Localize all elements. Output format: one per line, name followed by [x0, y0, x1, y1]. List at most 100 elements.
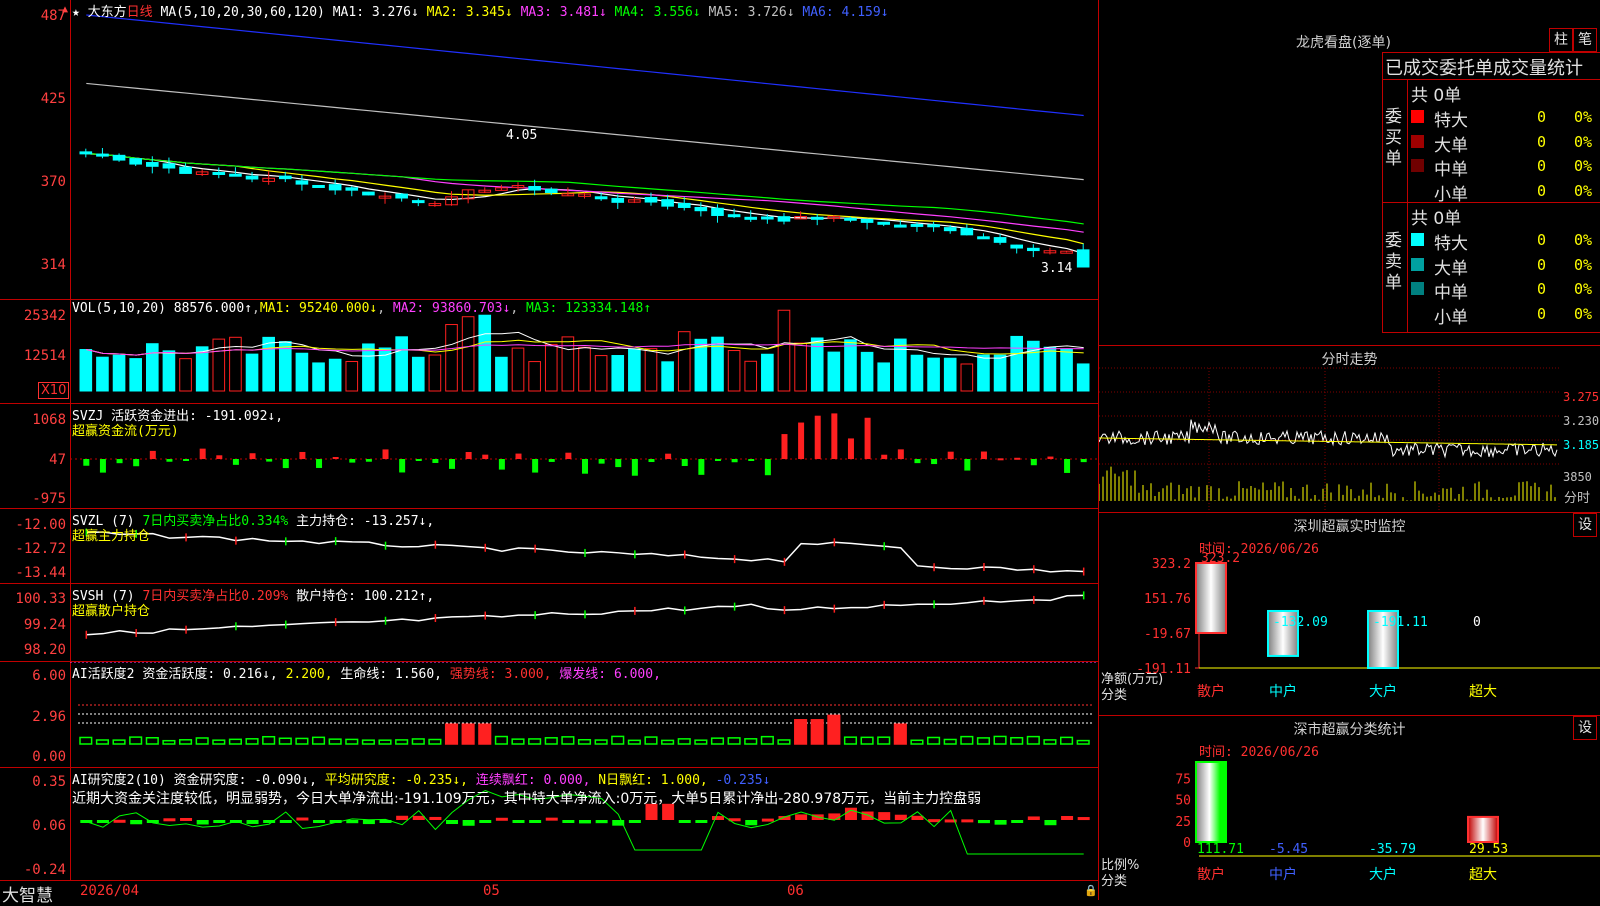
flow-bar: [764, 459, 771, 476]
svzl-panel[interactable]: -12.00 -12.72 -13.44 SVZL (7) 7日内买卖净占比0.…: [0, 509, 1098, 584]
ma-line: [86, 82, 1084, 181]
value-label: 29.53: [1469, 842, 1508, 857]
candle: [910, 223, 924, 227]
volume-bar: [544, 343, 558, 392]
ma2-value: 3.345↓: [465, 5, 513, 20]
research-bar: [961, 819, 974, 823]
activity-bar: [228, 738, 242, 745]
candle: [312, 184, 325, 188]
activity-bar: [1043, 739, 1057, 745]
activity-bar: [278, 737, 292, 745]
longhu-panel: 龙虎看盘(逐单) 柱 笔 已成交委托单成交量统计 委买单 共 0单 特大 0 0…: [1099, 0, 1600, 345]
flow-bar: [631, 459, 638, 476]
research-bar: [878, 812, 891, 820]
sell-row-count: 0: [1537, 231, 1547, 249]
candle: [162, 163, 176, 169]
buy-row-pct: 0%: [1574, 181, 1593, 200]
stock-name[interactable]: 大东方: [88, 5, 127, 20]
activity-bar: [345, 738, 359, 745]
activity-bar: [976, 737, 991, 745]
research-bar: [894, 814, 907, 820]
y-tick-label: 0: [1183, 836, 1191, 851]
activity-bar: [395, 739, 409, 745]
period-label[interactable]: 日线: [127, 5, 153, 20]
ai2-value5: -0.235↓: [715, 773, 771, 788]
intraday-chart[interactable]: [1099, 346, 1600, 513]
candle: [411, 200, 425, 204]
candle: [927, 224, 940, 228]
star-icon[interactable]: ★: [72, 5, 88, 20]
flow-bar: [648, 459, 655, 463]
category-label: 大户: [1369, 683, 1397, 700]
activity-bar: [710, 737, 725, 745]
svzj-panel[interactable]: 1068 47 -975 SVZJ 活跃资金进出: -191.092↓, 超赢资…: [0, 404, 1098, 509]
flow-bar: [681, 459, 688, 466]
flow-bar: [316, 459, 323, 468]
activity-bar: [577, 738, 592, 745]
net-bar: [1195, 562, 1227, 634]
activity-bar: [295, 737, 309, 745]
svzl-ratio: 7日内买卖净占比0.334%: [142, 514, 289, 529]
volume-panel[interactable]: 25342 12514 X10 VOL(5,10,20) 88576.000↑,…: [0, 300, 1098, 404]
research-bar: [113, 819, 126, 823]
activity-bar: [1076, 739, 1090, 745]
activity-bar: [993, 735, 1007, 745]
candle: [278, 175, 292, 180]
research-bar: [1044, 820, 1057, 826]
intraday-panel[interactable]: 分时走势 3.275 3.230 3.185 3850 分时: [1099, 345, 1600, 513]
volume-bar: [993, 354, 1007, 392]
buy-row: 中单 0 0%: [1409, 154, 1600, 180]
activity-bar: [611, 735, 625, 745]
category-label: 散户: [1197, 683, 1225, 700]
research-bar: [163, 818, 176, 822]
sell-row-pct: 0%: [1574, 304, 1593, 323]
lock-icon[interactable]: 🔒: [1084, 884, 1098, 897]
bar-mode-button[interactable]: 柱: [1549, 28, 1573, 52]
ma1-value: 3.276↓: [371, 5, 419, 20]
divider: [1383, 202, 1600, 203]
monitor-x-title: 分类: [1101, 688, 1128, 703]
research-bar: [446, 820, 459, 825]
volume-bar: [561, 336, 575, 392]
flow-bar: [498, 459, 505, 470]
candle: [594, 196, 608, 200]
sell-row-label: 小单: [1434, 307, 1468, 328]
research-bar: [761, 818, 774, 822]
candle: [96, 153, 109, 157]
ma2-label: MA2:: [426, 5, 458, 20]
stat-bar-chart[interactable]: 75 50 25 0 111.71 散户 -5.45 中户 -35.79 大户 29.53 超大: [1099, 716, 1600, 901]
divider: [1383, 79, 1600, 80]
activity-bar: [178, 739, 193, 745]
buy-row-count: 0: [1537, 108, 1547, 126]
flow-bar: [332, 457, 339, 460]
candle: [129, 158, 142, 165]
candle: [328, 184, 342, 191]
activity-bar: [195, 737, 209, 745]
candle: [694, 206, 708, 212]
svsh-panel[interactable]: 100.33 99.24 98.20 SVSH (7) 7日内买卖净占比0.20…: [0, 584, 1098, 662]
research-bar: [180, 817, 193, 821]
candle: [677, 202, 691, 208]
activity-bar: [677, 738, 691, 745]
ai-research-panel[interactable]: 0.35 0.06 -0.24 AI研究度2(10) 资金研究度: -0.090…: [0, 768, 1098, 880]
flow-bar: [1080, 459, 1087, 463]
activity-bar: [694, 739, 708, 745]
candle: [212, 171, 226, 175]
candlestick-chart[interactable]: [0, 0, 1098, 299]
stat-panel[interactable]: 深市超赢分类统计 设 时间: 2026/06/26 75 50 25 0 111.71 散…: [1099, 715, 1600, 901]
volume-bar: [511, 347, 525, 392]
flow-bar: [382, 449, 389, 459]
buy-row-label: 大单: [1434, 135, 1468, 156]
buy-group-label: 委买单: [1385, 107, 1402, 169]
candle: [1027, 247, 1040, 252]
tick-mode-button[interactable]: 笔: [1573, 28, 1597, 52]
kline-panel[interactable]: 487 425 370 314 ▲ ★ 大东方日线 MA(5,10,20,30,…: [0, 0, 1098, 300]
research-bar: [1011, 820, 1024, 823]
flow-bar: [449, 459, 456, 469]
flow-bar: [216, 455, 223, 459]
brand-logo[interactable]: 大智慧: [2, 881, 53, 906]
monitor-bar-chart[interactable]: 323.2 151.76 -19.67 -191.11 323.2 散户 -132.09 中户…: [1099, 513, 1600, 716]
monitor-panel[interactable]: 深圳超赢实时监控 设 时间: 2026/06/26 323.2 151.76 -19…: [1099, 512, 1600, 716]
ai-activity-panel[interactable]: 6.00 2.96 0.00 AI活跃度2 资金活跃度: 0.216↓, 2.2…: [0, 662, 1098, 768]
flow-bar: [183, 459, 190, 461]
